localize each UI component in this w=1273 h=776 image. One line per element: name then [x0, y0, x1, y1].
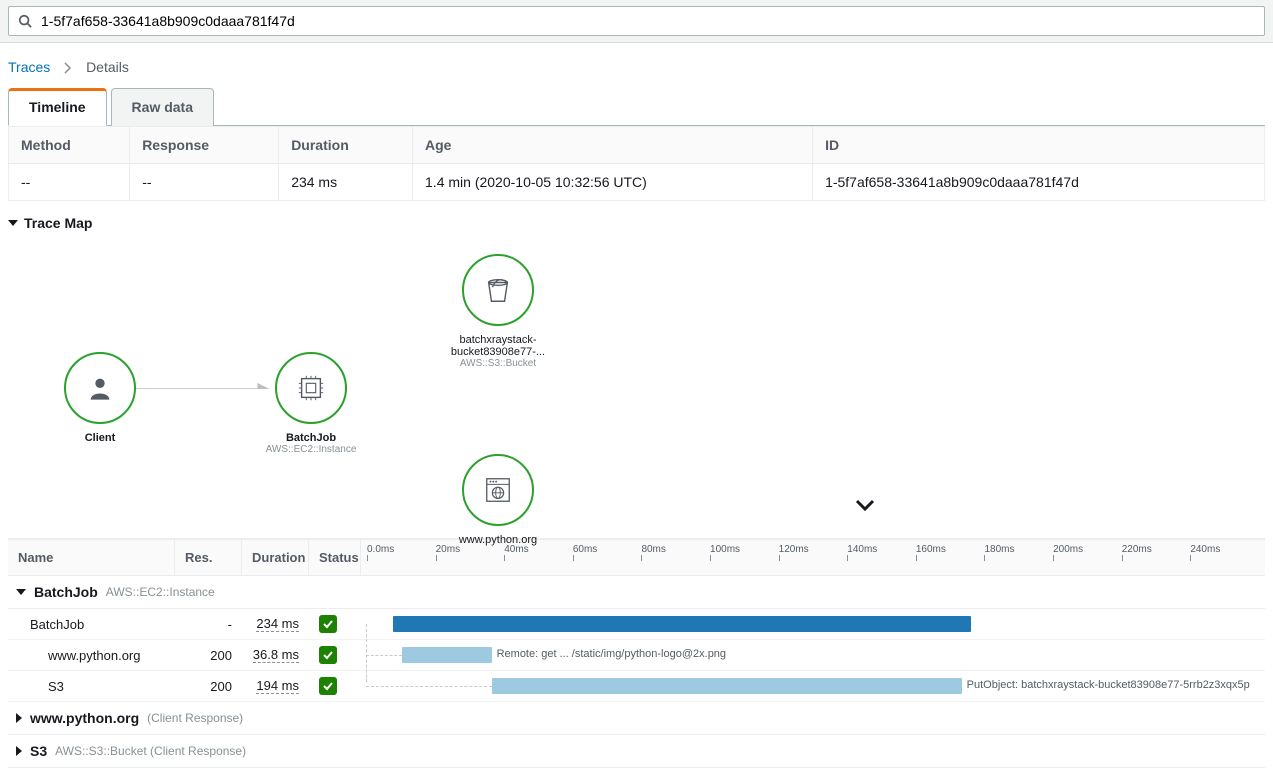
- trace-node-python[interactable]: www.python.org: [428, 454, 568, 546]
- row-name: BatchJob: [8, 609, 175, 639]
- th-age: Age: [413, 127, 813, 164]
- th-res: Res.: [175, 540, 242, 575]
- timeline-row[interactable]: BatchJob - 234 ms: [8, 609, 1265, 640]
- row-response: 200: [175, 671, 242, 701]
- row-bar-area: [361, 609, 1265, 639]
- node-label: batchxraystack-bucket83908e77-...: [428, 334, 568, 358]
- tick: 180ms: [984, 544, 1053, 555]
- summary-table: Method Response Duration Age ID -- -- 23…: [8, 126, 1265, 201]
- search-icon: [18, 14, 32, 28]
- tick: 60ms: [573, 544, 642, 555]
- chevron-right-icon: [64, 62, 72, 74]
- breadcrumb-traces-link[interactable]: Traces: [8, 59, 50, 75]
- node-label: BatchJob: [241, 432, 381, 444]
- th-method: Method: [9, 127, 130, 164]
- td-duration: 234 ms: [279, 164, 413, 201]
- tick: 240ms: [1190, 544, 1259, 555]
- duration-bar: [402, 647, 492, 663]
- timeline-row[interactable]: www.python.org 200 36.8 ms Remote: get .…: [8, 640, 1265, 671]
- tick: 160ms: [916, 544, 985, 555]
- caret-right-icon: [16, 746, 22, 756]
- row-name: S3: [8, 671, 175, 701]
- timeline-group-toggle[interactable]: BatchJob AWS::EC2::Instance: [8, 576, 1265, 609]
- group-name: BatchJob: [34, 584, 98, 600]
- breadcrumb-current: Details: [86, 59, 129, 75]
- tick: 80ms: [641, 544, 710, 555]
- tick: 140ms: [847, 544, 916, 555]
- row-status: [309, 671, 361, 701]
- group-type: AWS::S3::Bucket (Client Response): [55, 744, 246, 758]
- trace-node-client[interactable]: Client: [30, 352, 170, 444]
- th-response: Response: [130, 127, 279, 164]
- tick: 0.0ms: [367, 544, 436, 555]
- row-status: [309, 640, 361, 670]
- tick: 100ms: [710, 544, 779, 555]
- th-status: Status: [309, 540, 361, 575]
- row-response: -: [175, 609, 242, 639]
- td-age: 1.4 min (2020-10-05 10:32:56 UTC): [413, 164, 813, 201]
- breadcrumb: Traces Details: [8, 51, 1265, 87]
- row-bar-area: Remote: get ... /static/img/python-logo@…: [361, 640, 1265, 670]
- th-name: Name: [8, 540, 175, 575]
- bar-annotation: PutObject: batchxraystack-bucket83908e77…: [967, 679, 1250, 691]
- tab-timeline[interactable]: Timeline: [8, 88, 107, 126]
- bar-annotation: Remote: get ... /static/img/python-logo@…: [497, 648, 726, 660]
- group-name: S3: [30, 743, 47, 759]
- tab-rawdata[interactable]: Raw data: [111, 88, 214, 126]
- timeline-ticks: 0.0ms20ms40ms60ms80ms100ms120ms140ms160m…: [361, 540, 1265, 575]
- user-icon: [86, 374, 114, 402]
- row-duration: 36.8 ms: [242, 640, 309, 670]
- node-sublabel: AWS::S3::Bucket: [428, 358, 568, 369]
- trace-map-title: Trace Map: [24, 215, 92, 231]
- trace-node-batchjob[interactable]: BatchJob AWS::EC2::Instance: [241, 352, 381, 455]
- node-label: Client: [30, 432, 170, 444]
- search-input[interactable]: [8, 6, 1265, 36]
- check-icon: [319, 677, 337, 695]
- instance-icon: [296, 373, 326, 403]
- row-duration: 234 ms: [242, 609, 309, 639]
- caret-right-icon: [16, 713, 22, 723]
- group-type: (Client Response): [147, 711, 243, 725]
- duration-bar: [393, 616, 972, 632]
- timeline-group-toggle[interactable]: www.python.org (Client Response): [8, 702, 1265, 735]
- timeline-group-toggle[interactable]: S3 AWS::S3::Bucket (Client Response): [8, 735, 1265, 768]
- check-icon: [319, 615, 337, 633]
- node-sublabel: AWS::EC2::Instance: [241, 444, 381, 455]
- th-id: ID: [813, 127, 1265, 164]
- caret-down-icon: [16, 589, 26, 595]
- group-type: AWS::EC2::Instance: [106, 585, 215, 599]
- bucket-icon: [483, 275, 513, 305]
- chevron-down-icon[interactable]: [855, 492, 875, 518]
- tick: 120ms: [779, 544, 848, 555]
- row-bar-area: PutObject: batchxraystack-bucket83908e77…: [361, 671, 1265, 701]
- td-id: 1-5f7af658-33641a8b909c0daaa781f47d: [813, 164, 1265, 201]
- tick: 40ms: [504, 544, 573, 555]
- row-duration: 194 ms: [242, 671, 309, 701]
- th-dur: Duration: [242, 540, 309, 575]
- caret-down-icon: [8, 220, 18, 226]
- row-response: 200: [175, 640, 242, 670]
- trace-map: Client BatchJob AWS::EC2::Instance batch…: [8, 239, 1265, 539]
- th-duration: Duration: [279, 127, 413, 164]
- row-status: [309, 609, 361, 639]
- group-name: www.python.org: [30, 710, 139, 726]
- tick: 20ms: [436, 544, 505, 555]
- timeline-header: Name Res. Duration Status 0.0ms20ms40ms6…: [8, 539, 1265, 576]
- globe-icon: [483, 475, 513, 505]
- td-response: --: [130, 164, 279, 201]
- duration-bar: [492, 678, 962, 694]
- timeline-row[interactable]: S3 200 194 ms PutObject: batchxraystack-…: [8, 671, 1265, 702]
- trace-map-toggle[interactable]: Trace Map: [8, 215, 1265, 231]
- trace-node-bucket[interactable]: batchxraystack-bucket83908e77-... AWS::S…: [428, 254, 568, 369]
- tick: 220ms: [1122, 544, 1191, 555]
- row-name: www.python.org: [8, 640, 175, 670]
- check-icon: [319, 646, 337, 664]
- td-method: --: [9, 164, 130, 201]
- tick: 200ms: [1053, 544, 1122, 555]
